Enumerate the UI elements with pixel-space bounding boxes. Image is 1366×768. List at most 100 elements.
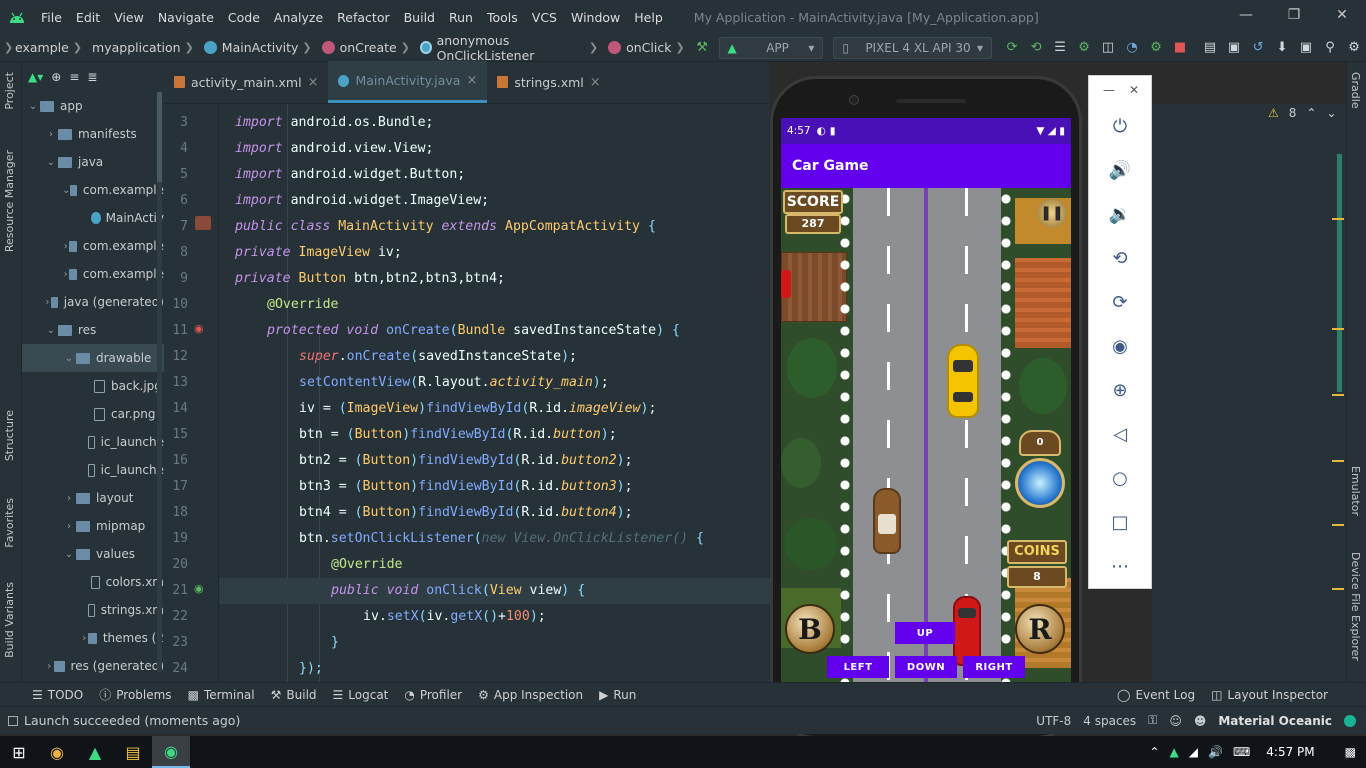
code-line[interactable]: private Button btn,btn2,btn3,btn4;: [219, 266, 770, 292]
keyboard-icon[interactable]: ⌨: [1233, 745, 1250, 759]
warning-stripe[interactable]: [1332, 524, 1344, 526]
tree-item[interactable]: strings.xm: [22, 596, 164, 624]
breadcrumb-mainactivity[interactable]: MainActivity ❯: [201, 40, 319, 55]
code-line[interactable]: iv.setX(iv.getX()+100);: [219, 604, 770, 630]
attach-process-icon[interactable]: ⚙: [1144, 36, 1168, 60]
chevron-right-icon[interactable]: ›: [44, 129, 58, 140]
up-button[interactable]: UP: [895, 622, 955, 644]
sdk-box-icon[interactable]: ▣: [1294, 36, 1318, 60]
breadcrumb-oncreate[interactable]: onCreate ❯: [319, 40, 417, 55]
event-log-tool-tab[interactable]: ◯ Event Log: [1109, 688, 1203, 702]
close-tab-icon[interactable]: ×: [308, 75, 319, 90]
volume-up-icon[interactable]: 🔊: [1089, 148, 1151, 192]
code-line[interactable]: btn.setOnClickListener(new View.OnClickL…: [219, 526, 770, 552]
close-icon[interactable]: ✕: [1129, 83, 1139, 97]
tree-item[interactable]: › layout: [22, 484, 164, 512]
settings-gear-icon[interactable]: ⚙: [1342, 36, 1366, 60]
code-line[interactable]: import android.view.View;: [219, 136, 770, 162]
back-icon[interactable]: ◁: [1089, 412, 1151, 456]
warning-stripe[interactable]: [1332, 460, 1344, 462]
tree-item[interactable]: ⌄ drawable: [22, 344, 164, 372]
minimize-icon[interactable]: —: [1103, 83, 1115, 97]
chevron-down-icon[interactable]: ⌄: [1326, 106, 1336, 120]
chevron-up-icon[interactable]: ⌃: [1149, 745, 1159, 759]
theme-name[interactable]: Material Oceanic: [1218, 714, 1332, 728]
code-line[interactable]: iv = (ImageView)findViewById(R.id.imageV…: [219, 396, 770, 422]
tree-item[interactable]: ⌄ com.example: [22, 176, 164, 204]
tree-item[interactable]: ⌄ values: [22, 540, 164, 568]
menu-tools[interactable]: Tools: [480, 10, 525, 25]
code-editor[interactable]: ● import android.os.Bundle;import androi…: [218, 104, 770, 682]
sync-gradle-icon[interactable]: ↺: [1246, 36, 1270, 60]
code-line[interactable]: import android.widget.ImageView;: [219, 188, 770, 214]
warning-stripe[interactable]: [1332, 588, 1344, 590]
home-icon[interactable]: ○: [1089, 456, 1151, 500]
zoom-icon[interactable]: ⊕: [1089, 368, 1151, 412]
editor-scrollbar[interactable]: [1337, 154, 1342, 392]
chevron-down-icon[interactable]: ⌄: [62, 549, 76, 560]
car-game-canvas[interactable]: SCORE 287 ❚❚ 0 COINS 8 B R UP LEFT DOWN …: [781, 188, 1071, 692]
overview-icon[interactable]: □: [1089, 500, 1151, 544]
breadcrumb-example[interactable]: example ❯: [12, 40, 89, 55]
apply-code-changes-icon[interactable]: ⟲: [1024, 36, 1048, 60]
breadcrumb-onclick[interactable]: onClick ❯: [605, 40, 692, 55]
code-line[interactable]: btn4 = (Button)findViewById(R.id.button4…: [219, 500, 770, 526]
locate-crosshair-icon[interactable]: ⊕: [51, 70, 61, 84]
code-line[interactable]: btn3 = (Button)findViewById(R.id.button3…: [219, 474, 770, 500]
tree-item[interactable]: › mipmap: [22, 512, 164, 540]
code-line[interactable]: import android.widget.Button;: [219, 162, 770, 188]
tree-item[interactable]: back.jpg: [22, 372, 164, 400]
breadcrumb-myapplication[interactable]: myapplication ❯: [89, 40, 201, 55]
chevron-down-icon[interactable]: ⌄: [44, 157, 58, 168]
android-studio-taskbar-icon[interactable]: ▲: [76, 736, 114, 768]
tree-item[interactable]: › themes (2: [22, 624, 164, 652]
code-line[interactable]: private ImageView iv;: [219, 240, 770, 266]
screenshot-camera-icon[interactable]: ◉: [1089, 324, 1151, 368]
right-button[interactable]: RIGHT: [963, 656, 1025, 678]
tree-item[interactable]: ic_launche: [22, 456, 164, 484]
chevron-right-icon[interactable]: ›: [44, 661, 54, 672]
chevron-right-icon[interactable]: ›: [62, 269, 69, 280]
emulator-taskbar-icon[interactable]: ◉: [152, 736, 190, 768]
structure-tool-tab[interactable]: Structure: [3, 410, 16, 461]
menu-run[interactable]: Run: [442, 10, 480, 25]
project-structure-icon[interactable]: ▤: [1198, 36, 1222, 60]
tree-item[interactable]: MainActiv: [22, 204, 164, 232]
windows-start-icon[interactable]: ⊞: [0, 736, 38, 768]
hammer-build-icon[interactable]: ⚒: [692, 36, 713, 60]
rotate-right-icon[interactable]: ⟳: [1089, 280, 1151, 324]
build-variants-tool-tab[interactable]: Build Variants: [3, 582, 16, 658]
reverse-r-button[interactable]: R: [1015, 604, 1065, 654]
stop-icon[interactable]: ■: [1168, 36, 1192, 60]
file-explorer-icon[interactable]: ▤: [114, 736, 152, 768]
down-button[interactable]: DOWN: [895, 656, 957, 678]
rotate-left-icon[interactable]: ⟲: [1089, 236, 1151, 280]
layout-inspector-tool-tab[interactable]: ◫ Layout Inspector: [1203, 688, 1336, 702]
chevron-down-icon[interactable]: ⌄: [44, 325, 58, 336]
resource-manager-tool-tab[interactable]: Resource Manager: [3, 150, 16, 252]
device-manager-icon[interactable]: ▣: [1222, 36, 1246, 60]
code-line[interactable]: btn2 = (Button)findViewById(R.id.button2…: [219, 448, 770, 474]
menu-edit[interactable]: Edit: [69, 10, 107, 25]
chrome-icon[interactable]: ◉: [38, 736, 76, 768]
device-select[interactable]: ▯ PIXEL 4 XL API 30 ▾: [833, 36, 993, 59]
chevron-right-icon[interactable]: ›: [62, 241, 69, 252]
code-line[interactable]: import android.os.Bundle;: [219, 110, 770, 136]
chevron-down-icon[interactable]: ⌄: [62, 353, 76, 364]
chevron-right-icon[interactable]: ›: [44, 297, 51, 308]
tree-item[interactable]: colors.xm: [22, 568, 164, 596]
menu-analyze[interactable]: Analyze: [267, 10, 330, 25]
menu-refactor[interactable]: Refactor: [330, 10, 396, 25]
inspection-widget[interactable]: ⚠ 8 ⌃ ⌄: [1268, 106, 1337, 120]
run-tool-tab[interactable]: ▶ Run: [591, 688, 644, 702]
apply-changes-restart-icon[interactable]: ⟳: [1000, 36, 1024, 60]
phone-screen[interactable]: 4:57 ◐ ▮ ▼ ◢ ▮ Car Game SCORE 287 ❚❚ 0 C…: [781, 118, 1071, 692]
brake-b-button[interactable]: B: [785, 604, 835, 654]
editor-tab[interactable]: MainActivity.java ×: [328, 61, 488, 103]
terminal-tool-tab[interactable]: ▩ Terminal: [180, 688, 263, 702]
menu-navigate[interactable]: Navigate: [151, 10, 221, 25]
debug-bug-icon[interactable]: ⚙: [1072, 36, 1096, 60]
menu-view[interactable]: View: [107, 10, 151, 25]
volume-down-icon[interactable]: 🔉: [1089, 192, 1151, 236]
code-line[interactable]: super.onCreate(savedInstanceState);: [219, 344, 770, 370]
